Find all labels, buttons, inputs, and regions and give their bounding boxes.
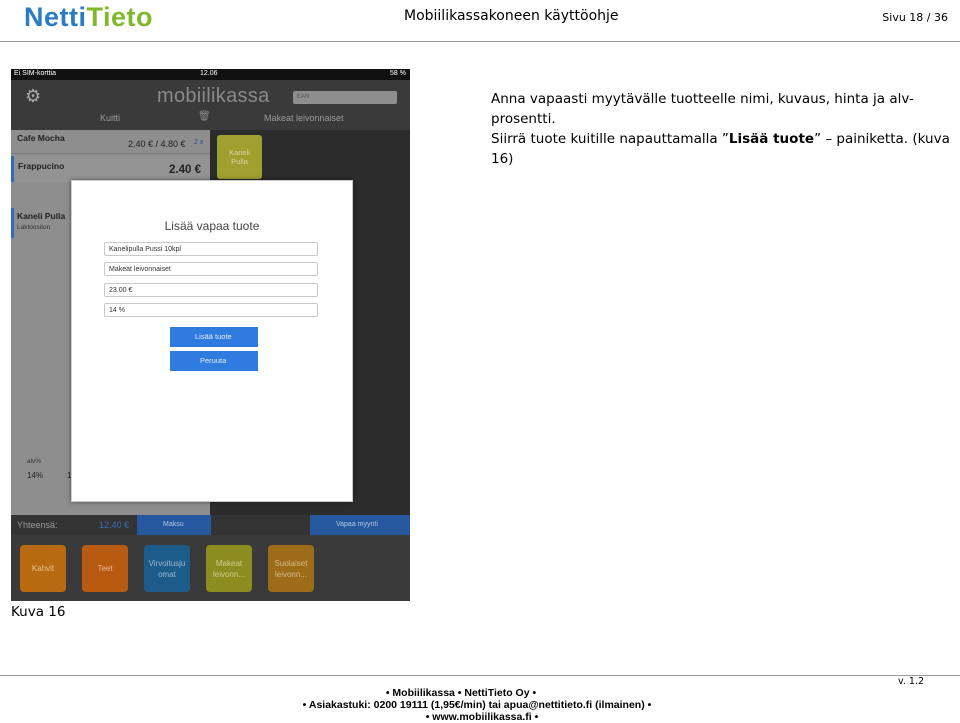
app-screenshot: Ei SIM-korttia 12.06 58 % ⚙ mobiilikassa… <box>11 69 410 601</box>
page-number: Sivu 18 / 36 <box>882 11 948 24</box>
document-title: Mobiilikassakoneen käyttöohje <box>404 8 619 24</box>
instruction-line-2-start: Siirrä tuote kuitille napauttamalla ” <box>491 131 729 147</box>
product-name-field[interactable]: Kanelipulla Pussi 10kpl <box>104 242 318 256</box>
add-product-button[interactable]: Lisää tuote <box>170 327 258 347</box>
vat-header: alv% <box>27 458 42 465</box>
footer-line-support: • Asiakastuki: 0200 19111 (1,95€/min) ta… <box>302 699 652 711</box>
category-bar: Kahvit Teet Virvoitusju omat Makeat leiv… <box>11 535 410 601</box>
receipt-item-qty: 2 x <box>194 139 204 146</box>
instruction-line-1: Anna vapaasti myytävälle tuotteelle nimi… <box>491 91 914 127</box>
receipt-item-note: Laktoositon <box>17 224 51 231</box>
receipt-label: Kuitti <box>100 113 121 123</box>
app-logo: mobiilikassa <box>157 85 270 107</box>
instruction-line-2: Siirrä tuote kuitille napauttamalla ”Lis… <box>491 129 953 169</box>
total-label: Yhteensä: <box>17 520 58 530</box>
receipt-item-name: Cafe Mocha <box>17 133 65 143</box>
category-button[interactable]: Makeat leivonn... <box>206 545 252 592</box>
receipt-item-name: Frappucino <box>18 161 65 171</box>
category-label: Virvoitusju omat <box>148 558 186 579</box>
logo-text-tieto: Tieto <box>86 2 154 32</box>
footer-line-website: • www.mobiilikassa.fi • <box>425 711 539 723</box>
total-value: 12.40 € <box>99 520 130 530</box>
nettitieto-logo: NettiTieto <box>24 2 153 33</box>
instruction-text: Anna vapaasti myytävälle tuotteelle nimi… <box>491 89 953 169</box>
carrier-text: Ei SIM-korttia <box>14 70 57 77</box>
ean-search-input[interactable]: EAN <box>293 91 397 104</box>
product-vat-field[interactable]: 14 % <box>104 303 318 317</box>
dialog-title: Lisää vapaa tuote <box>164 219 260 233</box>
category-label: Teet <box>97 564 113 573</box>
ios-status-bar: Ei SIM-korttia 12.06 58 % <box>11 69 410 80</box>
total-bar: Yhteensä: 12.40 € Maksu Vapaa myynti <box>11 515 410 535</box>
pay-button[interactable]: Maksu <box>137 515 211 535</box>
trash-icon[interactable]: 🗑 <box>198 111 211 122</box>
category-label: Kahvit <box>31 564 55 573</box>
receipt-item-price: 2.40 € <box>169 164 201 176</box>
free-sale-button[interactable]: Vapaa myynti <box>310 515 410 535</box>
version-label: v. 1.2 <box>898 676 925 687</box>
receipt-item-price: 2.40 € / 4.80 € <box>128 139 186 149</box>
footer-divider <box>0 675 960 676</box>
product-description-field[interactable]: Makeat leivonnaiset <box>104 262 318 276</box>
clock-text: 12.06 <box>200 70 218 77</box>
receipt-row[interactable]: Frappucino 2.40 € <box>11 156 210 182</box>
figure-caption: Kuva 16 <box>11 604 66 620</box>
instruction-emphasis: Lisää tuote <box>728 131 815 147</box>
cancel-button[interactable]: Peruuta <box>170 351 258 371</box>
logo-text-netti: Netti <box>24 2 87 32</box>
receipt-item-name: Kaneli Pulla <box>17 211 66 221</box>
gear-icon[interactable]: ⚙ <box>25 86 41 107</box>
category-button[interactable]: Kahvit <box>20 545 66 592</box>
category-label: Makeat leivonn... <box>212 558 246 579</box>
footer-line-company: • Mobiilikassa • NettiTieto Oy • <box>385 687 537 699</box>
product-tile[interactable]: Kaneli Pulla <box>217 135 262 179</box>
category-button[interactable]: Suolaiset leivonn... <box>268 545 314 592</box>
category-button[interactable]: Teet <box>82 545 128 592</box>
product-price-field[interactable]: 23.00 € <box>104 283 318 297</box>
receipt-row[interactable]: Cafe Mocha 2.40 € / 4.80 € 2 x <box>11 130 210 154</box>
app-top-bar: ⚙ mobiilikassa EAN Kuitti 🗑 Makeat leivo… <box>11 80 410 130</box>
vat-value: 14% <box>27 471 44 480</box>
product-tile-label: Kaneli Pulla <box>229 148 250 166</box>
category-button[interactable]: Virvoitusju omat <box>144 545 190 592</box>
add-free-product-dialog: Lisää vapaa tuote Kanelipulla Pussi 10kp… <box>71 180 353 502</box>
battery-text: 58 % <box>390 70 406 77</box>
header-divider <box>0 41 960 42</box>
category-label: Suolaiset leivonn... <box>274 558 308 579</box>
category-title: Makeat leivonnaiset <box>264 113 344 123</box>
